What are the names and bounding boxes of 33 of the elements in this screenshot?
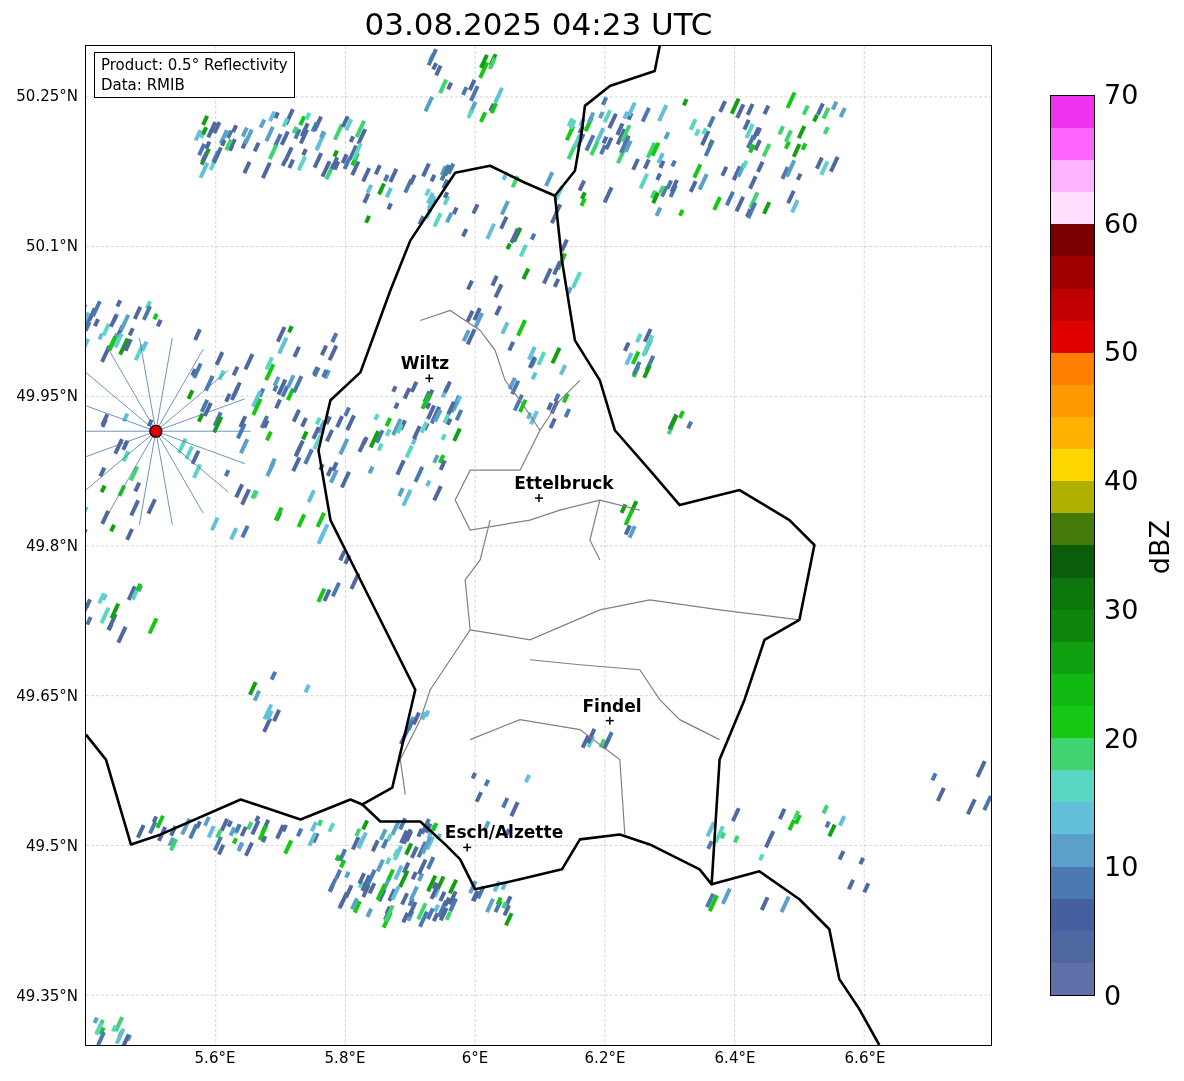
latitude-tick-label: 49.8°N <box>25 537 78 555</box>
latitude-tick-label: 49.5°N <box>25 837 78 855</box>
colorbar-tick-label: 0 <box>1104 981 1122 1011</box>
colorbar-label: dBZ <box>1145 520 1175 575</box>
city-marker-icon <box>462 842 472 853</box>
colorbar-tick-label: 60 <box>1104 208 1139 239</box>
colorbar-tick-label: 40 <box>1104 466 1139 497</box>
city-marker-icon <box>605 715 615 726</box>
city-marker-icon <box>534 493 544 503</box>
city-label: Findel <box>582 696 642 716</box>
info-text: Product: 0.5° Reflectivity <box>101 55 288 75</box>
colorbar-tick-label: 30 <box>1104 594 1139 625</box>
latitude-tick-label: 49.65°N <box>16 687 78 705</box>
colorbar-tick-label: 10 <box>1104 852 1139 883</box>
city-label: Ettelbruck <box>514 473 614 493</box>
colorbar-tick-label: 50 <box>1104 337 1139 368</box>
latitude-tick-label: 49.35°N <box>16 987 78 1005</box>
info-text: Data: RMIB <box>101 75 186 95</box>
longitude-tick-label: 6°E <box>461 1049 489 1067</box>
city-marker-icon <box>424 373 434 384</box>
longitude-tick-label: 6.4°E <box>714 1049 756 1067</box>
chart-title: 03.08.2025 04:23 UTC <box>363 5 714 44</box>
longitude-tick-label: 5.8°E <box>324 1049 366 1067</box>
city-label: Esch/Alzette <box>444 822 564 842</box>
longitude-tick-label: 6.2°E <box>584 1049 626 1067</box>
latitude-tick-label: 50.1°N <box>25 237 78 255</box>
latitude-tick-label: 49.95°N <box>16 387 78 405</box>
longitude-tick-label: 6.6°E <box>844 1049 886 1067</box>
longitude-tick-label: 5.6°E <box>194 1049 236 1067</box>
latitude-tick-label: 50.25°N <box>16 87 78 105</box>
colorbar-tick-label: 20 <box>1104 723 1139 754</box>
colorbar-tick-label: 70 <box>1104 80 1139 110</box>
city-label: Wiltz <box>400 353 450 373</box>
